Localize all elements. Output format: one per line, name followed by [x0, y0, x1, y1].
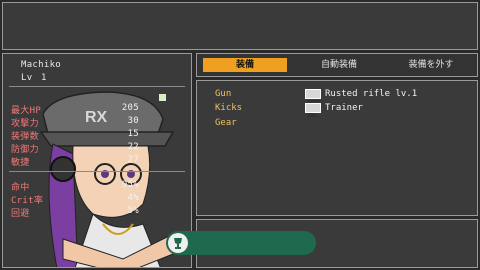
stat-label-crit: Crit率 [11, 196, 44, 206]
achievement-toast [166, 231, 316, 255]
trophy-icon [168, 233, 188, 253]
stat-value-accuracy: 95% [121, 180, 139, 190]
stat-value-agility: 27 [127, 155, 139, 165]
character-name: Machiko [21, 60, 62, 70]
stat-value-maxhp: 205 [121, 103, 139, 113]
stat-label-evasion: 回避 [11, 209, 30, 219]
stat-value-ammo: 15 [127, 129, 139, 139]
character-panel: RX Machiko Lv 1 最大HP 205 攻撃力 30 装弾数 15 防… [2, 53, 192, 268]
tab-equip[interactable]: 装備 [203, 58, 287, 72]
item-name-kicks[interactable]: Trainer [325, 103, 363, 113]
slot-label-kicks[interactable]: Kicks [215, 103, 242, 113]
stat-label-ammo: 装弾数 [11, 132, 39, 142]
tab-unequip[interactable]: 装備を外す [389, 58, 473, 72]
divider-mid [9, 171, 185, 172]
status-marker [159, 94, 166, 101]
top-bar [2, 2, 478, 50]
rifle-icon [305, 89, 321, 104]
stat-value-defense: 22 [127, 142, 139, 152]
divider-top [9, 86, 185, 87]
stat-label-attack: 攻撃力 [11, 119, 39, 129]
level-value: 1 [41, 73, 47, 83]
shoe-icon [305, 103, 321, 117]
stat-label-maxhp: 最大HP [11, 106, 42, 116]
tab-auto-equip[interactable]: 自動装備 [297, 58, 381, 72]
slot-label-gear[interactable]: Gear [215, 118, 237, 128]
stat-label-defense: 防御力 [11, 145, 39, 155]
tab-bar: 装備 自動装備 装備を外す [196, 53, 478, 77]
item-name-gun[interactable]: Rusted rifle lv.1 [325, 89, 417, 99]
stat-value-attack: 30 [127, 116, 139, 126]
level-label: Lv [21, 73, 33, 83]
stat-value-crit: 4% [127, 193, 139, 203]
stat-value-evasion: 5% [127, 206, 139, 216]
slot-label-gun[interactable]: Gun [215, 89, 231, 99]
equipment-panel: Gun Rusted rifle lv.1 Kicks Trainer Gear [196, 80, 478, 216]
stat-label-agility: 敏捷 [11, 158, 30, 168]
stat-label-accuracy: 命中 [11, 183, 30, 193]
